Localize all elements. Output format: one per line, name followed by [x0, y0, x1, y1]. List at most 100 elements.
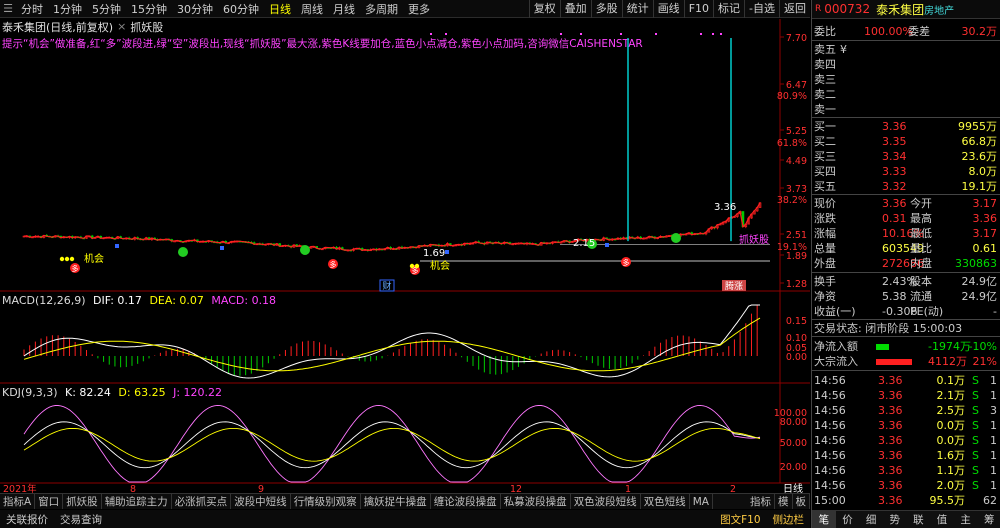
annotation-low: 1.69 — [423, 248, 445, 259]
stat2-value-1: 5.38 — [882, 290, 907, 303]
stock-sector[interactable]: 房地产 — [924, 2, 954, 17]
tick-side-5: S — [972, 449, 979, 462]
indicator-tab-1[interactable]: 窗口 — [35, 494, 64, 509]
indicator-tab-9[interactable]: 私募波段操盘 — [501, 494, 571, 509]
quote-tab-2[interactable]: 细 — [859, 511, 883, 528]
quote-divider-5 — [812, 319, 1000, 320]
signal-dot-5 — [655, 33, 657, 35]
buy-row-2: 买三 3.34 23.6万 — [812, 149, 1000, 164]
sell-row-2: 卖三 — [812, 72, 1000, 87]
stat2-label2-0: 股本 — [910, 275, 932, 288]
tick-side-3: S — [972, 419, 979, 432]
main-chart[interactable]: 7.706.475.254.493.732.511.891.2880.9%61.… — [0, 0, 810, 493]
pct-tick-2: 38.2% — [777, 195, 807, 206]
stat-row-3: 总量 603549 量比 0.61 — [812, 241, 1000, 256]
tick-price-5: 3.36 — [878, 449, 903, 462]
macd-tick-0: 0.15 — [786, 316, 807, 327]
indicator-tab-5[interactable]: 波段中短线 — [231, 494, 291, 509]
quote-tab-4[interactable]: 联 — [907, 511, 931, 528]
quote-divider-4 — [812, 272, 1000, 273]
stat-label2-0: 今开 — [910, 197, 932, 210]
tick-count-0: 1 — [990, 374, 997, 387]
tick-time-5: 14:56 — [814, 449, 846, 462]
quote-tab-3[interactable]: 势 — [883, 511, 907, 528]
kdj-j: J: 120.22 — [173, 386, 223, 399]
kdj-name: KDJ(9,3,3) — [2, 386, 58, 399]
tick-price-2: 3.36 — [878, 404, 903, 417]
trade-status: 交易状态: 闭市阶段 15:00:03 — [814, 322, 963, 335]
tick-time-4: 14:56 — [814, 434, 846, 447]
indicator-tab-11[interactable]: 双色短线 — [641, 494, 690, 509]
macd-tick-3: 0.00 — [786, 352, 807, 363]
status-f10[interactable]: 图文F10 — [714, 512, 766, 527]
pct-tick-0: 80.9% — [777, 91, 807, 102]
tick-price-3: 3.36 — [878, 419, 903, 432]
indicator-tab-right-1[interactable]: 模 — [775, 494, 793, 509]
quote-tab-5[interactable]: 值 — [930, 511, 954, 528]
signal-dot-2 — [560, 33, 562, 35]
quote-tab-6[interactable]: 主 — [954, 511, 978, 528]
short-marker-3 — [671, 233, 681, 243]
price-tick-0: 7.70 — [786, 33, 807, 44]
quote-divider-3 — [812, 194, 1000, 195]
indicator-tab-7[interactable]: 擒妖捉牛操盘 — [361, 494, 431, 509]
flow-pct-1: 21% — [972, 355, 997, 368]
price-tick-3: 4.49 — [786, 156, 807, 167]
stat-label2-4: 内盘 — [910, 257, 932, 270]
tick-time-0: 14:56 — [814, 374, 846, 387]
indicator-tab-0[interactable]: 指标A — [0, 494, 36, 509]
tick-time-2: 14:56 — [814, 404, 846, 417]
flow-bar-0 — [876, 344, 889, 350]
sell-label-1: 卖四 — [814, 58, 836, 71]
status-trade-query[interactable]: 交易查询 — [54, 512, 108, 527]
trade-status-row: 交易状态: 闭市阶段 15:00:03 — [812, 321, 1000, 336]
indicator-tab-right-0[interactable]: 指标 — [747, 494, 775, 509]
indicator-tab-8[interactable]: 缠论波段操盘 — [431, 494, 501, 509]
tick-vol-6: 1.1万 — [936, 464, 966, 477]
indicator-tab-right-2[interactable]: 板 — [793, 494, 810, 509]
stat-row-2: 涨幅 10.16% 最低 3.17 — [812, 226, 1000, 241]
buy-vol-3: 8.0万 — [968, 165, 998, 178]
indicator-tab-4[interactable]: 必涨抓买点 — [172, 494, 232, 509]
tick-row-6: 14:56 3.36 1.1万 S 1 — [812, 463, 1000, 478]
indicator-tab-2[interactable]: 抓妖股 — [63, 494, 102, 509]
stat2-label2-2: PE(动) — [910, 305, 944, 318]
weicha-label: 委差 — [908, 25, 930, 38]
indicator-tab-6[interactable]: 行情级别观察 — [291, 494, 361, 509]
pct-tick-3: 19.1% — [777, 242, 807, 253]
quote-tab-0[interactable]: 笔 — [812, 511, 836, 528]
tick-row-3: 14:56 3.36 0.0万 S 1 — [812, 418, 1000, 433]
stat-value2-1: 3.36 — [972, 212, 998, 225]
long-marker-label-0: 多 — [72, 264, 79, 273]
trend-line — [23, 202, 761, 252]
macd-name: MACD(12,26,9) — [2, 294, 86, 307]
buy-vol-0: 9955万 — [958, 120, 997, 133]
tick-vol-8: 95.5万 — [929, 494, 966, 507]
status-sidebar[interactable]: 侧边栏 — [767, 512, 811, 527]
quote-tab-1[interactable]: 价 — [836, 511, 860, 528]
buy-price-2: 3.34 — [882, 150, 907, 163]
tick-price-1: 3.36 — [878, 389, 903, 402]
indicator-tab-3[interactable]: 辅助追踪主力 — [102, 494, 172, 509]
tick-price-4: 3.36 — [878, 434, 903, 447]
annotation-chance-1: 机会 — [84, 252, 104, 265]
tick-side-6: S — [972, 464, 979, 477]
stat-value2-2: 3.17 — [972, 227, 998, 240]
blue-marker-2 — [445, 250, 449, 254]
stat-value-1: 0.31 — [882, 212, 907, 225]
quote-tab-7[interactable]: 筹 — [977, 511, 1000, 528]
indicator-tab-10[interactable]: 双色波段短线 — [571, 494, 641, 509]
price-tick-7: 1.28 — [786, 279, 807, 290]
time-tick-5: 2 — [730, 484, 736, 493]
buy-row-1: 买二 3.35 66.8万 — [812, 134, 1000, 149]
stat-value2-0: 3.17 — [972, 197, 998, 210]
annotation-high: 3.36 — [714, 202, 736, 213]
tick-count-6: 1 — [990, 464, 997, 477]
kdj-tick-1: 80.00 — [780, 417, 807, 428]
buy-price-3: 3.33 — [882, 165, 907, 178]
status-quote-link[interactable]: 关联报价 — [0, 512, 54, 527]
flow-bar-1 — [876, 359, 912, 365]
flow-label-0: 净流入额 — [814, 340, 858, 353]
indicator-tab-12[interactable]: MA — [690, 494, 713, 509]
macd-dif: DIF: 0.17 — [93, 294, 142, 307]
